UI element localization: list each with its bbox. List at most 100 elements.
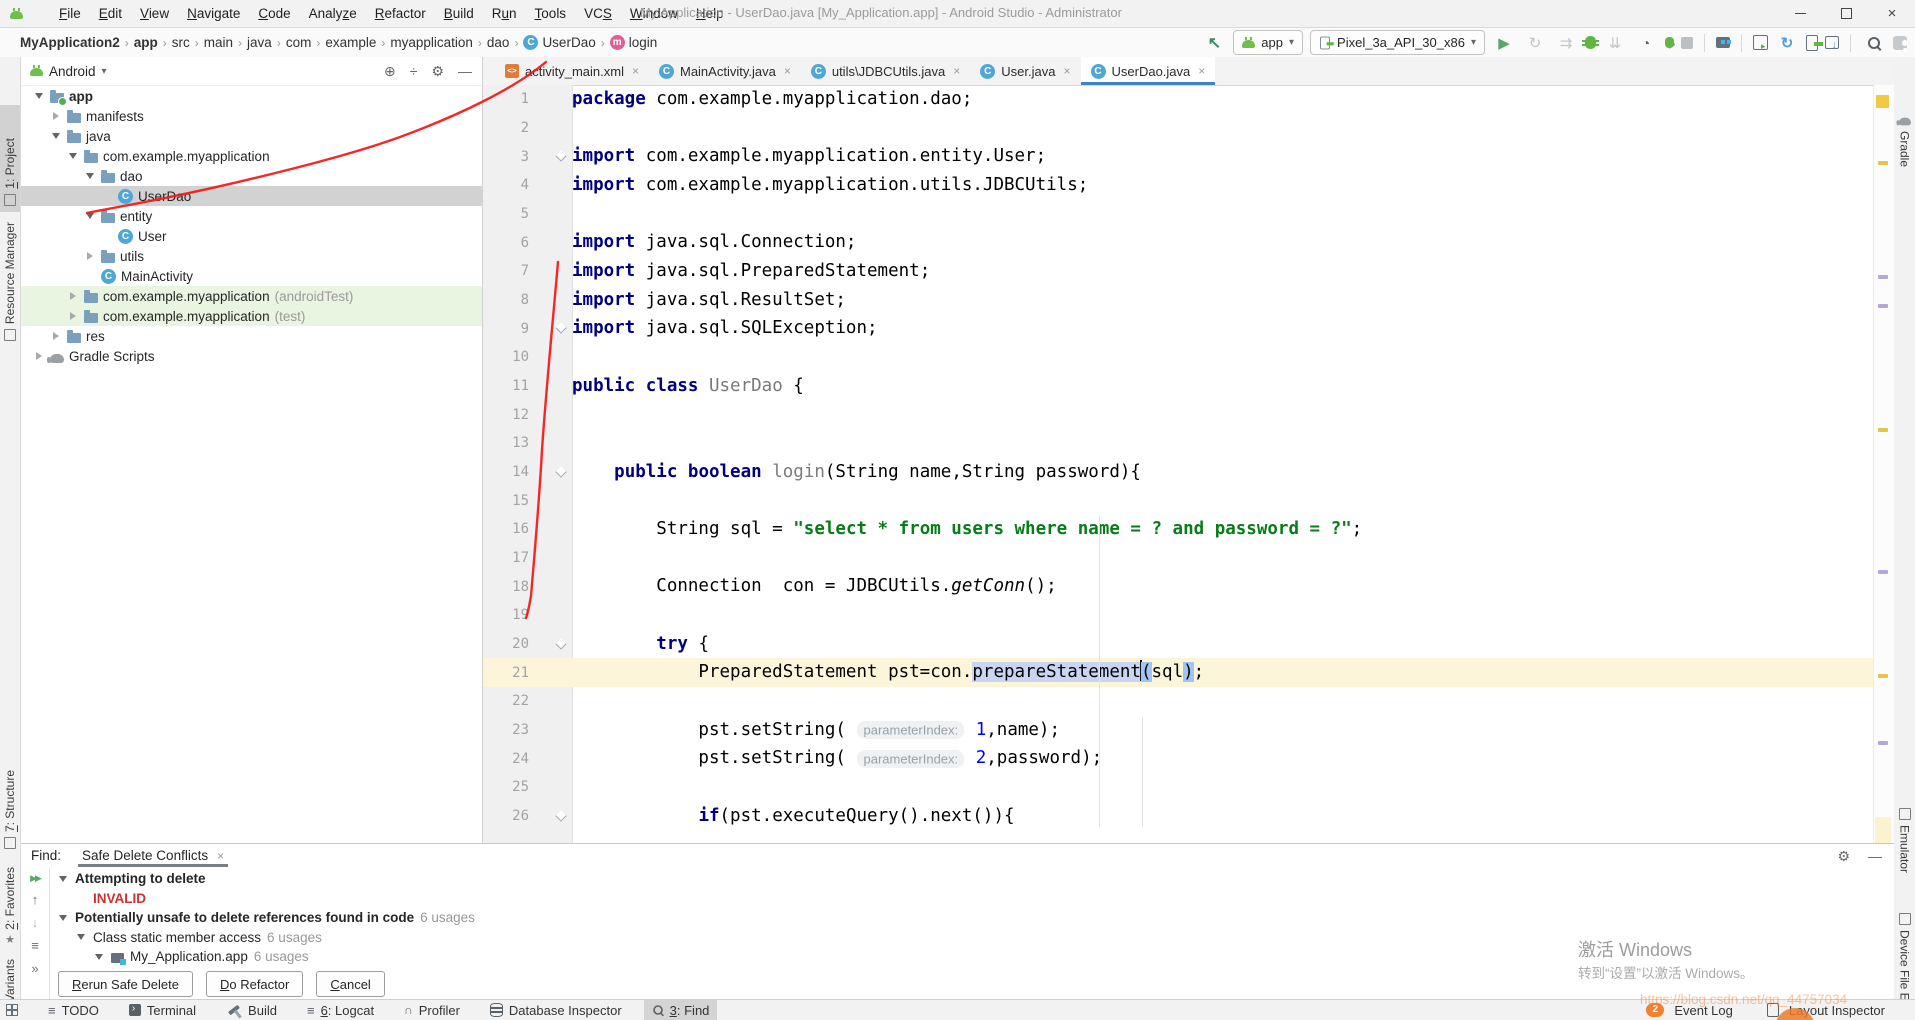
rerun-safe-delete-button[interactable]: Rerun Safe Delete <box>58 971 193 997</box>
error-stripe[interactable] <box>1873 85 1894 843</box>
close-icon[interactable]: × <box>953 64 960 78</box>
locate-icon[interactable]: ⊕ <box>384 63 396 80</box>
menu-file[interactable]: File <box>51 3 89 24</box>
chevron-right-icon[interactable] <box>67 312 79 320</box>
tree-item-dao[interactable]: dao <box>21 166 482 186</box>
chevron-right-icon[interactable] <box>50 332 62 340</box>
chevron-down-icon[interactable] <box>84 173 96 179</box>
close-button[interactable]: × <box>1869 0 1915 27</box>
toolstrip-gradle[interactable]: Gradle <box>1894 107 1915 194</box>
breadcrumb-src[interactable]: src <box>172 35 190 50</box>
chevron-down-icon[interactable] <box>33 93 45 99</box>
statusbar-terminal[interactable]: Terminal <box>121 1000 204 1020</box>
breadcrumb-userdao[interactable]: CUserDao <box>523 35 595 50</box>
tree-item-utils[interactable]: utils <box>21 246 482 266</box>
down-icon[interactable]: ↓ <box>32 916 39 929</box>
toolstrip-emulator[interactable]: Emulator <box>1894 802 1915 914</box>
statusbar-todo[interactable]: ≡TODO <box>40 1000 107 1020</box>
group-icon[interactable]: ≡ <box>31 939 39 952</box>
apply-code-button[interactable] <box>1603 32 1627 54</box>
debug-button[interactable] <box>1585 36 1596 49</box>
chevron-down-icon[interactable] <box>84 213 96 219</box>
do-refactor-button[interactable]: Do Refactor <box>206 971 303 997</box>
avatar-button[interactable] <box>1893 36 1907 50</box>
find-row-invalid[interactable]: INVALID <box>49 889 1894 909</box>
search-button[interactable] <box>1862 32 1886 54</box>
tree-item-com-example-myapplication[interactable]: com.example.myapplication <box>21 146 482 166</box>
menu-code[interactable]: Code <box>250 3 298 24</box>
fold-marker-icon[interactable] <box>555 323 566 334</box>
breadcrumb-java[interactable]: java <box>247 35 272 50</box>
toolstrip-2-favorites[interactable]: ★2: Favorites <box>0 849 20 951</box>
tree-item-user[interactable]: CUser <box>21 226 482 246</box>
statusbar-3-find[interactable]: 3: Find <box>644 1000 718 1020</box>
terminal-button[interactable] <box>1753 35 1768 50</box>
close-icon[interactable]: × <box>784 64 791 78</box>
tree-item-userdao[interactable]: CUserDao <box>21 186 482 206</box>
menu-tools[interactable]: Tools <box>527 3 575 24</box>
menu-view[interactable]: View <box>132 3 177 24</box>
breadcrumb-com[interactable]: com <box>286 35 312 50</box>
settings-icon[interactable]: ⚙ <box>431 63 444 80</box>
tree-item-com-example-myapplication-test[interactable]: com.example.myapplication(test) <box>21 306 482 326</box>
breadcrumb-main[interactable]: main <box>204 35 233 50</box>
close-icon[interactable]: × <box>1063 64 1070 78</box>
menu-vcs[interactable]: VCS <box>576 3 620 24</box>
menu-build[interactable]: Build <box>436 3 482 24</box>
phone-button[interactable] <box>1806 35 1818 51</box>
sync-button[interactable] <box>1775 32 1799 54</box>
menu-edit[interactable]: Edit <box>91 3 130 24</box>
close-icon[interactable]: × <box>217 849 224 863</box>
statusbar-database-inspector[interactable]: Database Inspector <box>482 1000 630 1020</box>
navigate-back-icon[interactable] <box>1202 32 1226 54</box>
chevron-down-icon[interactable] <box>57 876 69 882</box>
menu-run[interactable]: Run <box>484 3 525 24</box>
tab-activity-main-xml[interactable]: <>activity_main.xml× <box>495 57 649 85</box>
toolwindow-switcher-icon[interactable] <box>0 1000 26 1020</box>
breadcrumb-app[interactable]: app <box>134 35 158 50</box>
tree-item-entity[interactable]: entity <box>21 206 482 226</box>
chevron-down-icon[interactable] <box>67 153 79 159</box>
tab-userdao-java[interactable]: CUserDao.java× <box>1081 57 1216 85</box>
attach-button[interactable] <box>1665 37 1674 48</box>
chevron-right-icon[interactable] <box>84 252 96 260</box>
find-row-potentially-unsafe-to-delete-references-found-in-code[interactable]: Potentially unsafe to delete references … <box>49 908 1894 928</box>
run-button[interactable] <box>1492 32 1516 54</box>
chevron-down-icon[interactable] <box>93 954 105 960</box>
restart-button[interactable] <box>1523 32 1547 54</box>
fold-marker-icon[interactable] <box>555 466 566 477</box>
tab-safe-delete-conflicts[interactable]: Safe Delete Conflicts × <box>78 844 228 867</box>
sdk-button[interactable] <box>1825 36 1839 49</box>
chevron-down-icon[interactable] <box>75 934 87 940</box>
apply-changes-button[interactable] <box>1554 32 1578 54</box>
tree-item-gradle-scripts[interactable]: Gradle Scripts <box>21 346 482 366</box>
collapse-all-icon[interactable]: ÷ <box>410 63 418 79</box>
settings-icon[interactable]: ⚙ <box>1837 848 1850 865</box>
chevron-right-icon[interactable] <box>50 112 62 120</box>
menu-analyze[interactable]: Analyze <box>301 3 365 24</box>
breadcrumb-example[interactable]: example <box>325 35 376 50</box>
tree-item-manifests[interactable]: manifests <box>21 106 482 126</box>
profiler-button[interactable] <box>1634 32 1658 54</box>
hide-icon[interactable]: — <box>458 63 472 79</box>
devmgr-button[interactable] <box>1716 37 1730 48</box>
tab-mainactivity-java[interactable]: CMainActivity.java× <box>649 57 801 85</box>
breadcrumb-myapplication2[interactable]: MyApplication2 <box>20 35 120 50</box>
close-icon[interactable]: × <box>632 64 639 78</box>
toolstrip-resource-manager[interactable]: Resource Manager <box>0 205 20 347</box>
stop-button[interactable] <box>1681 37 1693 49</box>
chevron-right-icon[interactable] <box>33 352 45 360</box>
maximize-button[interactable] <box>1823 0 1869 27</box>
cancel-button[interactable]: Cancel <box>316 971 384 997</box>
fold-marker-icon[interactable] <box>555 151 566 162</box>
close-icon[interactable]: × <box>1198 64 1205 78</box>
toolstrip-1-project[interactable]: 1: Project <box>0 105 20 212</box>
breadcrumb-dao[interactable]: dao <box>487 35 510 50</box>
chevron-right-icon[interactable] <box>67 292 79 300</box>
hide-icon[interactable]: — <box>1868 848 1882 865</box>
tree-item-res[interactable]: res <box>21 326 482 346</box>
statusbar-profiler[interactable]: ∩Profiler <box>396 1000 468 1020</box>
rerun-icon[interactable]: ▶▶ <box>30 874 40 883</box>
device-select[interactable]: Pixel_3a_API_30_x86▾ <box>1310 30 1485 55</box>
expand-icon[interactable]: » <box>31 962 38 975</box>
